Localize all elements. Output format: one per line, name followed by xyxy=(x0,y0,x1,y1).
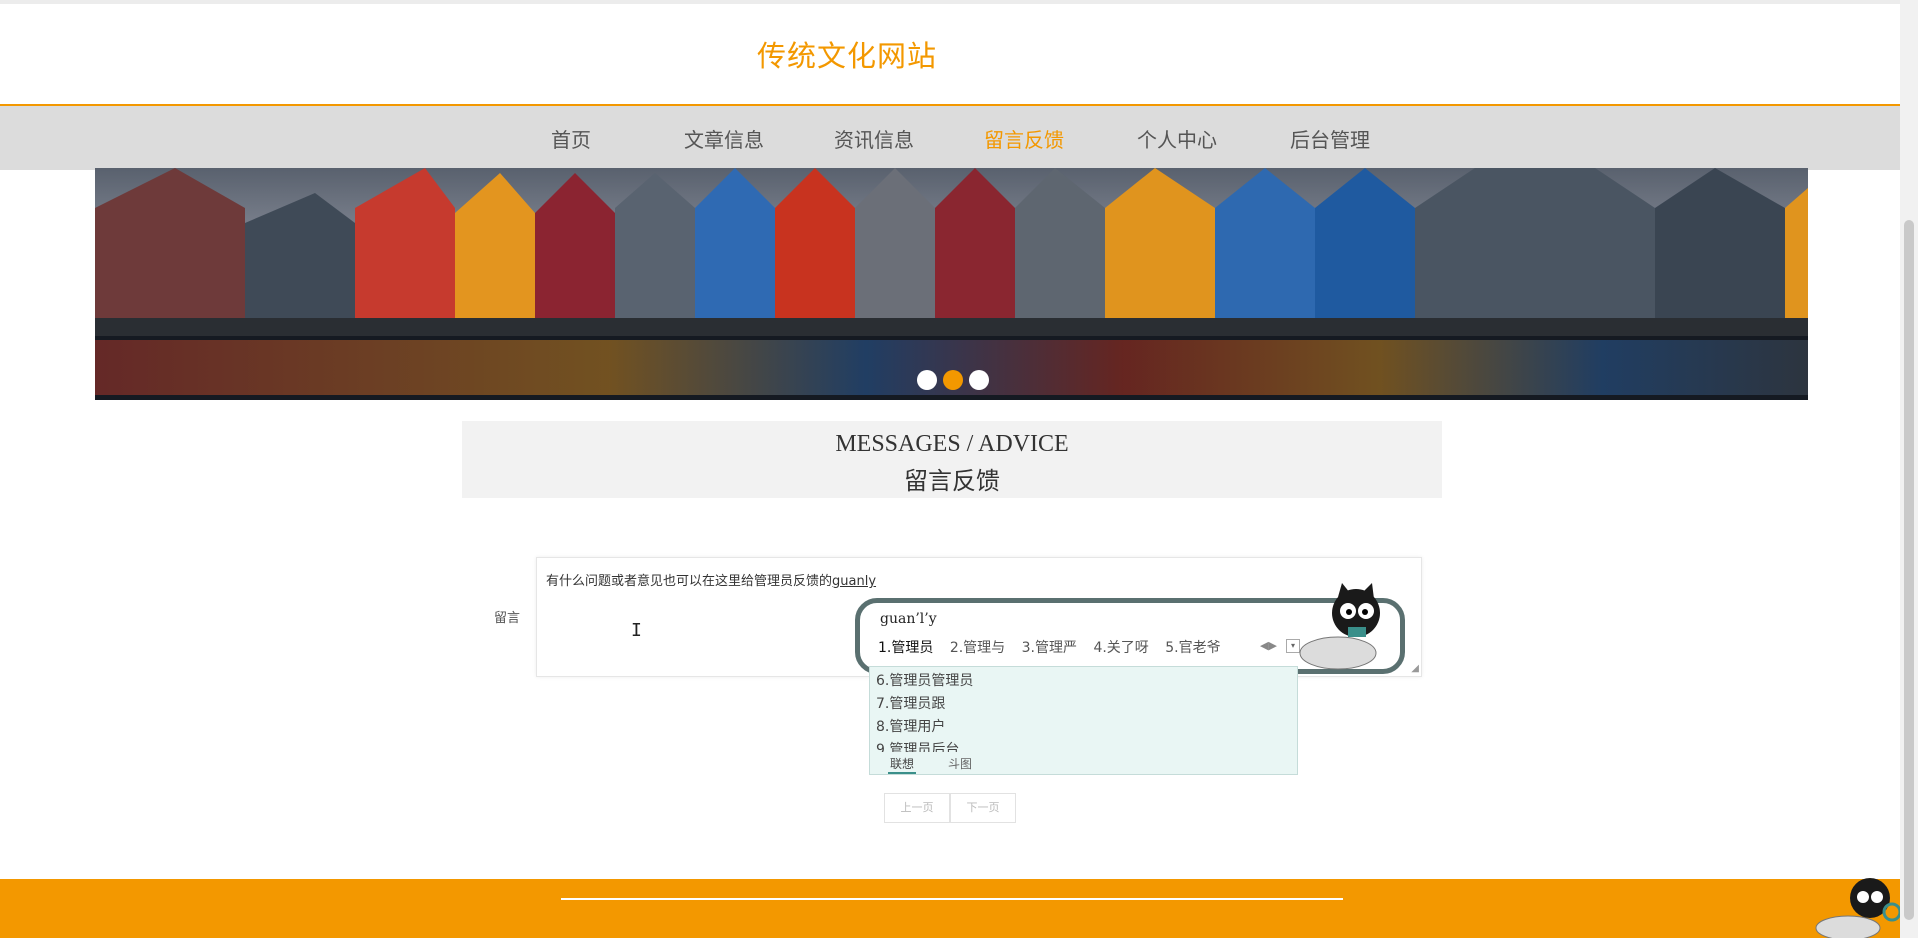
section-title-en: MESSAGES / ADVICE xyxy=(835,431,1069,457)
composing-text: guanly xyxy=(832,574,877,589)
section-title-cn: 留言反馈 xyxy=(904,467,1000,495)
message-text: 有什么问题或者意见也可以在这里给管理员反馈的guanly xyxy=(546,570,876,589)
ime-composition: guan’l’y xyxy=(880,611,937,627)
ime-tabs: 联想 斗图 xyxy=(869,752,1298,775)
ime-candidate-1[interactable]: 1.管理员 xyxy=(878,640,933,656)
text-cursor-icon: I xyxy=(631,620,642,641)
ime-candidate-5[interactable]: 5.官老爷 xyxy=(1165,640,1220,656)
nav-feedback[interactable]: 留言反馈 xyxy=(984,124,1064,153)
next-page-button[interactable]: 下一页 xyxy=(950,793,1016,823)
resize-handle-icon[interactable]: ◢ xyxy=(1411,663,1419,674)
ime-candidate-4[interactable]: 4.关了呀 xyxy=(1093,640,1148,656)
nav-articles[interactable]: 文章信息 xyxy=(684,124,764,153)
message-label: 留言 xyxy=(494,611,521,626)
page-scrollbar[interactable] xyxy=(1900,0,1918,938)
ime-candidate-7[interactable]: 7.管理员跟 xyxy=(876,693,945,713)
ime-mascot-icon xyxy=(1299,583,1380,670)
footer-divider xyxy=(561,898,1343,900)
main-nav: 首页 文章信息 资讯信息 留言反馈 个人中心 后台管理 xyxy=(0,104,1900,170)
nav-home[interactable]: 首页 xyxy=(551,124,591,153)
nav-news[interactable]: 资讯信息 xyxy=(834,124,914,153)
message-text-value: 有什么问题或者意见也可以在这里给管理员反馈的 xyxy=(546,574,833,589)
ime-candidate-bar: guan’l’y 1.管理员 2.管理与 3.管理严 4.关了呀 5.官老爷 ◀… xyxy=(855,583,1405,674)
ime-candidate-8[interactable]: 8.管理用户 xyxy=(876,716,945,736)
prev-page-button[interactable]: 上一页 xyxy=(884,793,950,823)
scrollbar-thumb[interactable] xyxy=(1904,220,1914,920)
carousel-dot-1[interactable] xyxy=(917,370,937,390)
banner-image xyxy=(95,168,1808,400)
ime-page-arrows-icon[interactable]: ◀▶ xyxy=(1260,639,1277,652)
ime-candidate-6[interactable]: 6.管理员管理员 xyxy=(876,670,973,690)
banner-carousel[interactable] xyxy=(95,168,1808,400)
nav-admin[interactable]: 后台管理 xyxy=(1290,124,1370,153)
site-title: 传统文化网站 xyxy=(757,39,938,73)
ime-candidate-2[interactable]: 2.管理与 xyxy=(950,640,1005,656)
ime-candidates: 1.管理员 2.管理与 3.管理严 4.关了呀 5.官老爷 xyxy=(878,637,1233,657)
nav-profile[interactable]: 个人中心 xyxy=(1137,124,1217,153)
section-header: MESSAGES / ADVICE 留言反馈 xyxy=(462,421,1442,498)
top-border xyxy=(0,0,1900,4)
carousel-dot-3[interactable] xyxy=(969,370,989,390)
carousel-dot-2[interactable] xyxy=(943,370,963,390)
ime-tab-sticker[interactable]: 斗图 xyxy=(948,755,972,772)
corner-mascot-icon xyxy=(1815,878,1900,938)
ime-tab-associate[interactable]: 联想 xyxy=(888,755,917,774)
footer xyxy=(0,879,1900,938)
ime-candidate-3[interactable]: 3.管理严 xyxy=(1022,640,1077,656)
